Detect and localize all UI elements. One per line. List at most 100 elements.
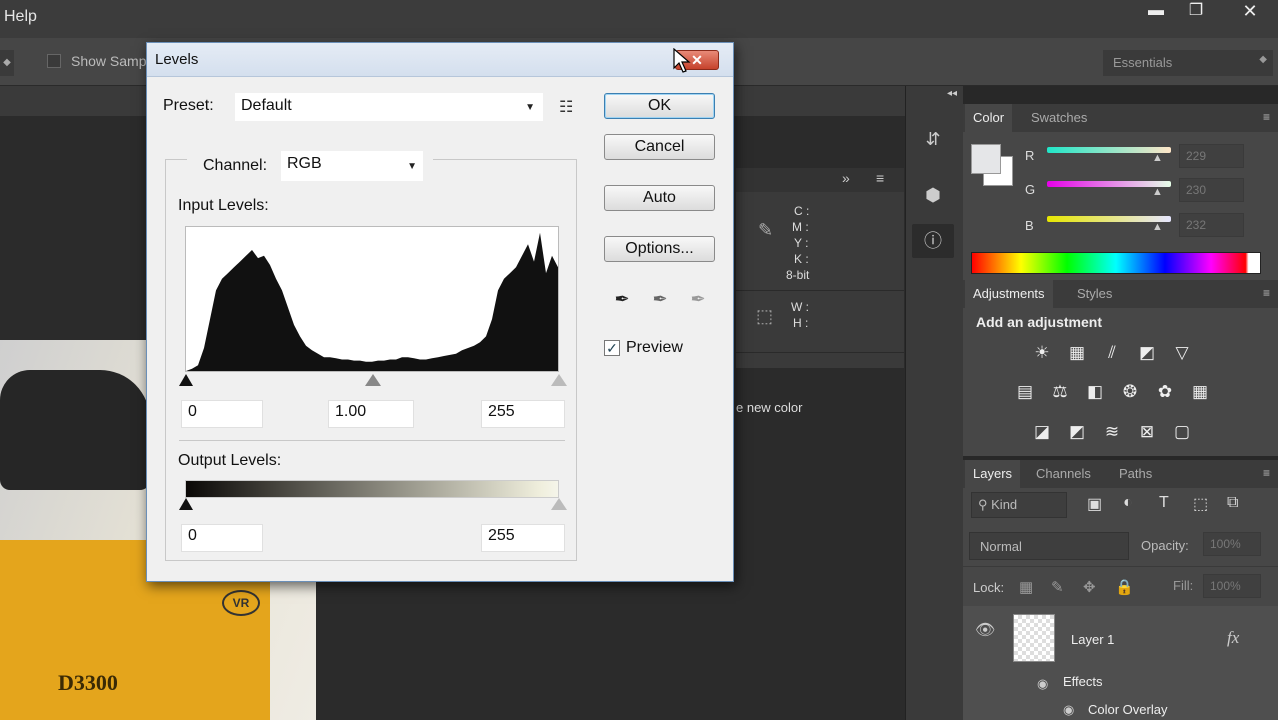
opacity-input[interactable]: 100%: [1203, 532, 1261, 556]
blend-mode-select[interactable]: Normal: [969, 532, 1129, 560]
fx-icon[interactable]: fx: [1227, 628, 1239, 648]
show-sample-checkbox[interactable]: [47, 54, 61, 68]
visibility-eye-icon[interactable]: 👁: [975, 620, 995, 640]
lock-position-icon[interactable]: ✥: [1083, 578, 1096, 596]
workspace-select[interactable]: Essentials ◆: [1103, 50, 1273, 76]
info-icon[interactable]: ⓘ: [912, 224, 954, 258]
effects-eye-icon[interactable]: ◉: [1037, 676, 1048, 692]
black-eyedropper-icon[interactable]: ✒: [609, 286, 635, 312]
smart-object-filter-icon[interactable]: ⧉: [1227, 494, 1238, 512]
lock-all-icon[interactable]: 🔒: [1115, 578, 1134, 596]
output-white-field[interactable]: 255: [481, 524, 565, 552]
invert-icon[interactable]: ◪: [1029, 419, 1055, 445]
black-white-icon[interactable]: ◧: [1082, 379, 1108, 405]
channel-select[interactable]: RGB ▼: [281, 151, 423, 181]
cancel-button[interactable]: Cancel: [604, 134, 715, 160]
slider-thumb-icon[interactable]: ▲: [1152, 152, 1163, 164]
b-value[interactable]: 232: [1179, 213, 1244, 237]
input-black-slider[interactable]: [179, 374, 193, 386]
threshold-icon[interactable]: ≋: [1099, 419, 1125, 445]
tab-channels[interactable]: Channels: [1028, 460, 1099, 488]
curves-icon[interactable]: ⫽: [1099, 340, 1125, 366]
dialog-titlebar[interactable]: Levels: [147, 43, 733, 77]
fill-input[interactable]: 100%: [1203, 574, 1261, 598]
r-value[interactable]: 229: [1179, 144, 1244, 168]
shape-filter-icon[interactable]: ⬚: [1193, 494, 1208, 514]
lock-transparent-icon[interactable]: ▦: [1019, 578, 1033, 596]
color-lookup-icon[interactable]: ▦: [1187, 379, 1213, 405]
white-eyedropper-icon[interactable]: ✒: [685, 286, 711, 312]
g-value[interactable]: 230: [1179, 178, 1244, 202]
info-m: M :: [792, 220, 809, 234]
adjustment-filter-icon[interactable]: ◐: [1123, 494, 1133, 512]
restore-button[interactable]: ❐: [1176, 0, 1216, 22]
color-overlay-eye-icon[interactable]: ◉: [1063, 702, 1074, 718]
menu-help[interactable]: Help: [4, 8, 37, 26]
preset-select[interactable]: Default ▼: [235, 93, 543, 121]
type-filter-icon[interactable]: T: [1159, 494, 1169, 512]
photo-filter-icon[interactable]: ❂: [1117, 379, 1143, 405]
input-white-slider[interactable]: [551, 374, 567, 386]
layer-name[interactable]: Layer 1: [1071, 632, 1114, 647]
search-icon: ⚲: [978, 497, 992, 512]
tab-adjustments[interactable]: Adjustments: [965, 280, 1053, 308]
kind-filter-select[interactable]: ⚲ Kind: [971, 492, 1067, 518]
lock-image-icon[interactable]: ✎: [1051, 578, 1064, 596]
levels-dialog: Levels ✕ Preset: Default ▼ ☷ Channel: RG…: [146, 42, 734, 582]
selective-color-icon[interactable]: ⊠: [1134, 419, 1160, 445]
input-white-field[interactable]: 255: [481, 400, 565, 428]
info-h: H :: [793, 316, 809, 330]
tab-swatches[interactable]: Swatches: [1023, 104, 1095, 132]
info-y: Y :: [794, 236, 809, 250]
gray-eyedropper-icon[interactable]: ✒: [647, 286, 673, 312]
panel-menu-icon[interactable]: ≡: [1263, 466, 1270, 480]
panel-menu-icon[interactable]: ≡: [1263, 286, 1270, 300]
channel-value: RGB: [287, 155, 322, 172]
output-black-field[interactable]: 0: [181, 524, 263, 552]
layers-panel-tabs: Layers Channels Paths ≡: [963, 460, 1278, 488]
input-gamma-field[interactable]: 1.00: [328, 400, 414, 428]
collapse-icon[interactable]: »: [842, 170, 850, 186]
slider-thumb-icon[interactable]: ▲: [1152, 221, 1163, 233]
output-black-slider[interactable]: [179, 498, 193, 510]
collapse-arrows-icon[interactable]: ◂◂: [905, 88, 963, 102]
preset-options-icon[interactable]: ☷: [559, 97, 573, 117]
color-balance-icon[interactable]: ⚖: [1047, 379, 1073, 405]
vibrance-icon[interactable]: ▽: [1169, 340, 1195, 366]
input-black-field[interactable]: 0: [181, 400, 263, 428]
brightness-icon[interactable]: ☀: [1029, 340, 1055, 366]
panel-menu-icon[interactable]: ≡: [1263, 110, 1270, 124]
hue-saturation-icon[interactable]: ▤: [1012, 379, 1038, 405]
auto-button[interactable]: Auto: [604, 185, 715, 211]
exposure-icon[interactable]: ◩: [1134, 340, 1160, 366]
layer-row[interactable]: 👁 Layer 1 fx ◉ Effects ◉ Color Overlay: [963, 606, 1278, 720]
chevron-down-icon: ▼: [407, 161, 417, 172]
pixel-filter-icon[interactable]: ▣: [1087, 494, 1102, 514]
preview-checkbox[interactable]: ✓: [604, 340, 620, 356]
input-levels-label: Input Levels:: [178, 197, 269, 214]
window-close-button[interactable]: ✕: [1230, 0, 1270, 22]
tool-preset-arrow-icon[interactable]: ◆: [0, 50, 14, 76]
posterize-icon[interactable]: ◩: [1064, 419, 1090, 445]
color-spectrum-bar[interactable]: [971, 252, 1261, 274]
tab-layers[interactable]: Layers: [965, 460, 1021, 488]
slider-thumb-icon[interactable]: ▲: [1152, 186, 1163, 198]
minimize-button[interactable]: ▬: [1136, 0, 1176, 22]
chevron-icon: ◆: [1259, 54, 1267, 65]
channel-mixer-icon[interactable]: ✿: [1152, 379, 1178, 405]
tab-color[interactable]: Color: [965, 104, 1013, 132]
input-gamma-slider[interactable]: [365, 374, 381, 386]
options-button[interactable]: Options...: [604, 236, 715, 262]
ok-button[interactable]: OK: [604, 93, 715, 119]
foreground-color-swatch[interactable]: [971, 144, 1001, 174]
history-icon[interactable]: ⇵: [912, 122, 954, 156]
levels-icon[interactable]: ▦: [1064, 340, 1090, 366]
gradient-map-icon[interactable]: ▢: [1169, 419, 1195, 445]
3d-cube-icon[interactable]: ⬢: [912, 178, 954, 212]
tab-paths[interactable]: Paths: [1111, 460, 1160, 488]
tab-styles[interactable]: Styles: [1069, 280, 1120, 308]
info-k: K :: [794, 252, 809, 266]
panel-menu-icon[interactable]: ≡: [876, 170, 884, 186]
info-bitdepth: 8-bit: [786, 268, 810, 282]
output-white-slider[interactable]: [551, 498, 567, 510]
